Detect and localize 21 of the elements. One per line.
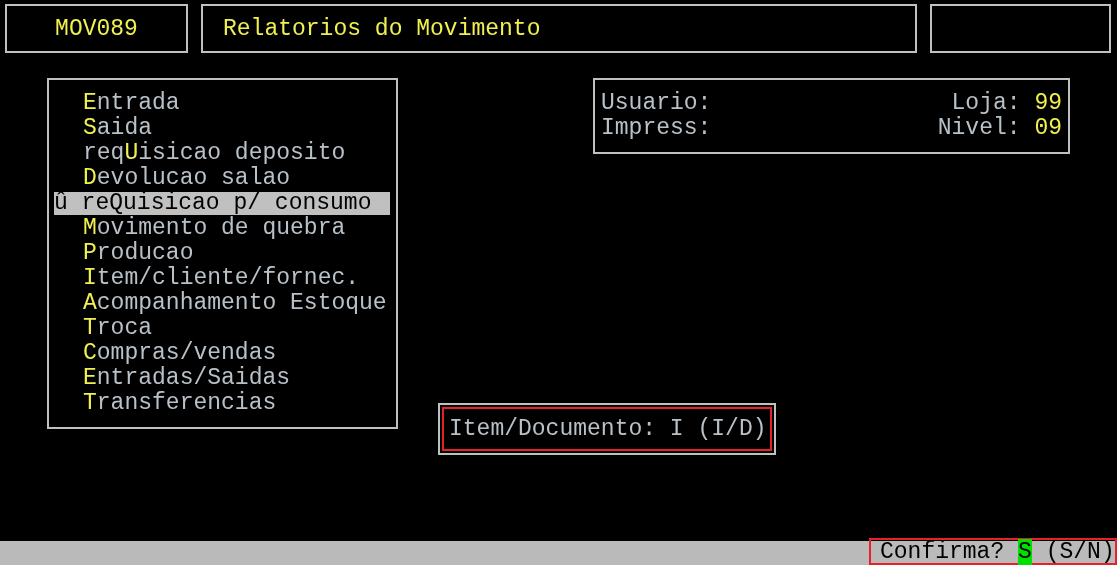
- screen-title: Relatorios do Movimento: [201, 4, 917, 53]
- confirm-prompt[interactable]: Confirma? S (S/N): [869, 538, 1117, 565]
- menu-item[interactable]: Item/cliente/fornec.: [54, 266, 390, 291]
- prompt-field[interactable]: Item/Documento: I (I/D): [442, 407, 772, 451]
- program-code: MOV089: [5, 4, 188, 53]
- field-value: Nivel: 09: [937, 116, 1062, 141]
- menu-item[interactable]: Transferencias: [54, 391, 390, 416]
- field-value: Loja: 99: [951, 91, 1062, 116]
- menu-item[interactable]: Compras/vendas: [54, 341, 390, 366]
- menu-item[interactable]: Entrada: [54, 91, 390, 116]
- menu-item[interactable]: reqUisicao deposito: [54, 141, 390, 166]
- menu-item[interactable]: Devolucao salao: [54, 166, 390, 191]
- menu-item[interactable]: Producao: [54, 241, 390, 266]
- menu-item[interactable]: Troca: [54, 316, 390, 341]
- menu-item[interactable]: Saida: [54, 116, 390, 141]
- menu-item[interactable]: Acompanhamento Estoque: [54, 291, 390, 316]
- field-label: Usuario:: [601, 91, 712, 116]
- menu-item[interactable]: Entradas/Saidas: [54, 366, 390, 391]
- menu-item[interactable]: Movimento de quebra: [54, 216, 390, 241]
- field-label: Impress:: [601, 116, 712, 141]
- menu-item[interactable]: û reQuisicao p/ consumo: [54, 192, 390, 215]
